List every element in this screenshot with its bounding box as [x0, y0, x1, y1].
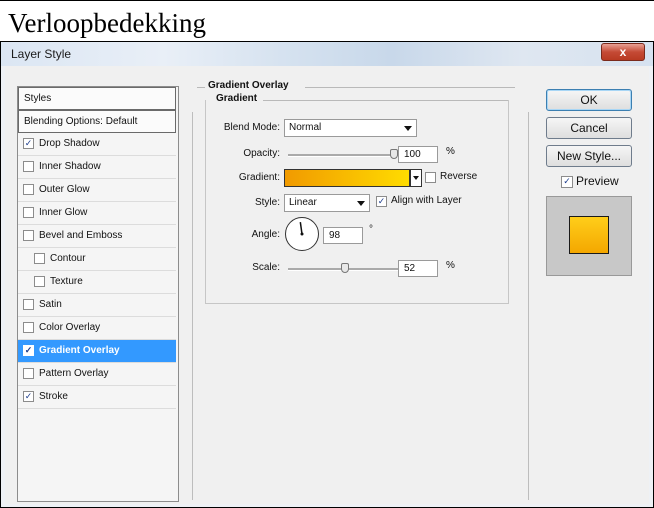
style-item-drop-shadow[interactable]: ✓ Drop Shadow [18, 133, 176, 156]
opacity-unit: % [446, 146, 455, 157]
blending-options-item[interactable]: Blending Options: Default [18, 110, 176, 133]
style-item-stroke[interactable]: ✓ Stroke [18, 386, 176, 409]
reverse-checkbox[interactable] [425, 172, 436, 183]
style-item-label: Gradient Overlay [39, 345, 120, 356]
stroke-checkbox[interactable]: ✓ [23, 391, 34, 402]
style-item-inner-glow[interactable]: Inner Glow [18, 202, 176, 225]
dialog-title: Layer Style [11, 47, 72, 61]
gradient-picker[interactable] [284, 169, 410, 187]
style-item-pattern-overlay[interactable]: Pattern Overlay [18, 363, 176, 386]
reverse-label: Reverse [440, 171, 478, 182]
chevron-down-icon [357, 201, 365, 206]
gradient-label: Gradient: [238, 172, 280, 183]
inner-glow-checkbox[interactable] [23, 207, 34, 218]
style-item-texture[interactable]: Texture [18, 271, 176, 294]
style-item-label: Inner Glow [39, 207, 88, 218]
angle-unit: ° [369, 224, 373, 235]
document-title: Verloopbedekking [8, 8, 206, 38]
preview-swatch [569, 216, 609, 254]
outer-glow-checkbox[interactable] [23, 184, 34, 195]
opacity-input[interactable]: 100 [398, 146, 438, 163]
panel-divider [528, 112, 529, 500]
style-item-label: Texture [50, 276, 83, 287]
style-item-bevel-emboss[interactable]: Bevel and Emboss [18, 225, 176, 248]
scale-unit: % [446, 260, 455, 271]
scale-label: Scale: [252, 262, 280, 273]
angle-input[interactable]: 98 [323, 227, 363, 244]
align-with-layer-checkbox[interactable]: ✓ [376, 196, 387, 207]
gradient-dropdown-button[interactable] [410, 169, 422, 187]
style-item-label: Outer Glow [39, 184, 90, 195]
panel-divider [192, 112, 193, 500]
style-item-color-overlay[interactable]: Color Overlay [18, 317, 176, 340]
dialog-titlebar[interactable]: Layer Style x [1, 42, 653, 66]
blend-mode-select[interactable]: Normal [284, 119, 417, 137]
new-style-button[interactable]: New Style... [546, 145, 632, 167]
style-item-gradient-overlay[interactable]: ✓ Gradient Overlay [18, 340, 176, 363]
angle-dial[interactable] [285, 217, 319, 251]
inner-shadow-checkbox[interactable] [23, 161, 34, 172]
opacity-slider-thumb[interactable] [390, 149, 398, 159]
align-with-layer-label: Align with Layer [391, 195, 462, 206]
preview-label: Preview [576, 174, 619, 188]
close-button[interactable]: x [601, 43, 645, 61]
style-item-label: Satin [39, 299, 62, 310]
style-item-inner-shadow[interactable]: Inner Shadow [18, 156, 176, 179]
preview-checkbox[interactable]: ✓ [561, 176, 573, 188]
style-item-label: Color Overlay [39, 322, 101, 333]
panel-title-rule [305, 87, 515, 88]
style-preview [546, 196, 632, 276]
blend-mode-value: Normal [289, 122, 322, 133]
style-select[interactable]: Linear [284, 194, 370, 212]
style-item-outer-glow[interactable]: Outer Glow [18, 179, 176, 202]
opacity-slider-track[interactable] [288, 154, 398, 157]
angle-dial-needle [299, 222, 304, 236]
close-icon: x [619, 45, 627, 59]
opacity-label: Opacity: [243, 148, 280, 159]
style-item-label: Contour [50, 253, 86, 264]
color-overlay-checkbox[interactable] [23, 322, 34, 333]
document-heading: Verloopbedekking [0, 0, 654, 42]
chevron-down-icon [404, 126, 412, 131]
dialog-client: Styles Blending Options: Default ✓ Drop … [5, 66, 649, 504]
texture-checkbox[interactable] [34, 276, 45, 287]
angle-label: Angle: [251, 229, 280, 240]
scale-slider-thumb[interactable] [341, 263, 350, 273]
panel-title: Gradient Overlay [208, 80, 289, 91]
styles-list: Styles Blending Options: Default ✓ Drop … [17, 86, 179, 502]
style-item-label: Drop Shadow [39, 138, 100, 149]
ok-button[interactable]: OK [546, 89, 632, 111]
chevron-down-icon [413, 176, 419, 180]
style-item-satin[interactable]: Satin [18, 294, 176, 317]
style-item-contour[interactable]: Contour [18, 248, 176, 271]
panel-title-rule [197, 87, 205, 88]
bevel-emboss-checkbox[interactable] [23, 230, 34, 241]
style-item-label: Stroke [39, 391, 68, 402]
blend-mode-label: Blend Mode: [223, 122, 280, 133]
style-item-label: Pattern Overlay [39, 368, 109, 379]
satin-checkbox[interactable] [23, 299, 34, 310]
layer-style-dialog: Layer Style x Styles Blending Options: D… [0, 42, 654, 508]
style-value: Linear [289, 197, 317, 208]
scale-input[interactable]: 52 [398, 260, 438, 277]
style-label: Style: [254, 197, 280, 208]
blending-options-label: Blending Options: Default [24, 116, 138, 127]
gradient-overlay-checkbox[interactable]: ✓ [23, 345, 34, 356]
style-item-label: Bevel and Emboss [39, 230, 123, 241]
styles-header-item[interactable]: Styles [18, 87, 176, 110]
pattern-overlay-checkbox[interactable] [23, 368, 34, 379]
style-item-label: Inner Shadow [39, 161, 101, 172]
cancel-button[interactable]: Cancel [546, 117, 632, 139]
drop-shadow-checkbox[interactable]: ✓ [23, 138, 34, 149]
styles-header-label: Styles [24, 93, 52, 104]
contour-checkbox[interactable] [34, 253, 45, 264]
